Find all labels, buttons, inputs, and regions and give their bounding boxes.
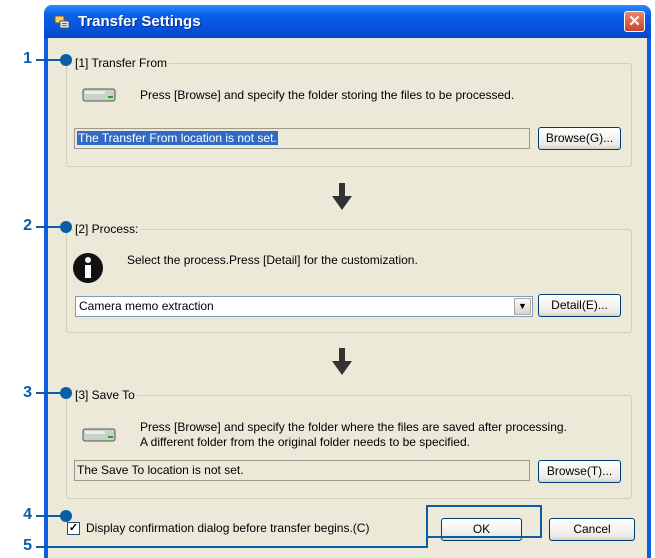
confirm-label[interactable]: Display confirmation dialog before trans… bbox=[86, 521, 369, 536]
process-description: Select the process.Press [Detail] for th… bbox=[127, 253, 418, 267]
chevron-down-icon[interactable]: ▼ bbox=[514, 298, 531, 315]
drive-icon bbox=[82, 88, 116, 102]
transfer-from-label: [1] Transfer From bbox=[73, 56, 170, 70]
down-arrow-icon bbox=[330, 183, 354, 211]
process-label: [2] Process: bbox=[73, 222, 141, 236]
close-button[interactable]: ✕ bbox=[624, 11, 645, 32]
confirm-checkbox[interactable]: ✓ bbox=[67, 522, 80, 535]
transfer-settings-window: Transfer Settings ✕ [1] Transfer From Pr… bbox=[44, 5, 651, 558]
dialog-body: [1] Transfer From Press [Browse] and spe… bbox=[48, 38, 647, 558]
title-bar[interactable]: Transfer Settings ✕ bbox=[44, 5, 651, 38]
cancel-button[interactable]: Cancel bbox=[549, 518, 635, 541]
process-group: [2] Process: bbox=[66, 222, 632, 333]
browse-to-button[interactable]: Browse(T)... bbox=[538, 460, 621, 483]
detail-button[interactable]: Detail(E)... bbox=[538, 294, 621, 317]
save-to-description-line2: A different folder from the original fol… bbox=[140, 435, 470, 449]
window-title: Transfer Settings bbox=[78, 13, 201, 30]
transfer-from-group: [1] Transfer From bbox=[66, 56, 632, 167]
info-icon bbox=[73, 253, 103, 283]
transfer-from-description: Press [Browse] and specify the folder st… bbox=[140, 88, 515, 102]
drive-icon bbox=[82, 428, 116, 442]
process-select[interactable]: Camera memo extraction ▼ bbox=[75, 296, 533, 317]
browse-from-button[interactable]: Browse(G)... bbox=[538, 127, 621, 150]
save-to-description-line1: Press [Browse] and specify the folder wh… bbox=[140, 420, 567, 434]
transfer-from-location: The Transfer From location is not set. bbox=[74, 128, 530, 149]
close-icon: ✕ bbox=[628, 13, 641, 30]
app-icon bbox=[54, 15, 70, 29]
save-to-label: [3] Save To bbox=[73, 388, 137, 402]
down-arrow-icon bbox=[330, 348, 354, 376]
save-to-location: The Save To location is not set. bbox=[74, 460, 530, 481]
ok-highlight-frame bbox=[426, 505, 542, 538]
